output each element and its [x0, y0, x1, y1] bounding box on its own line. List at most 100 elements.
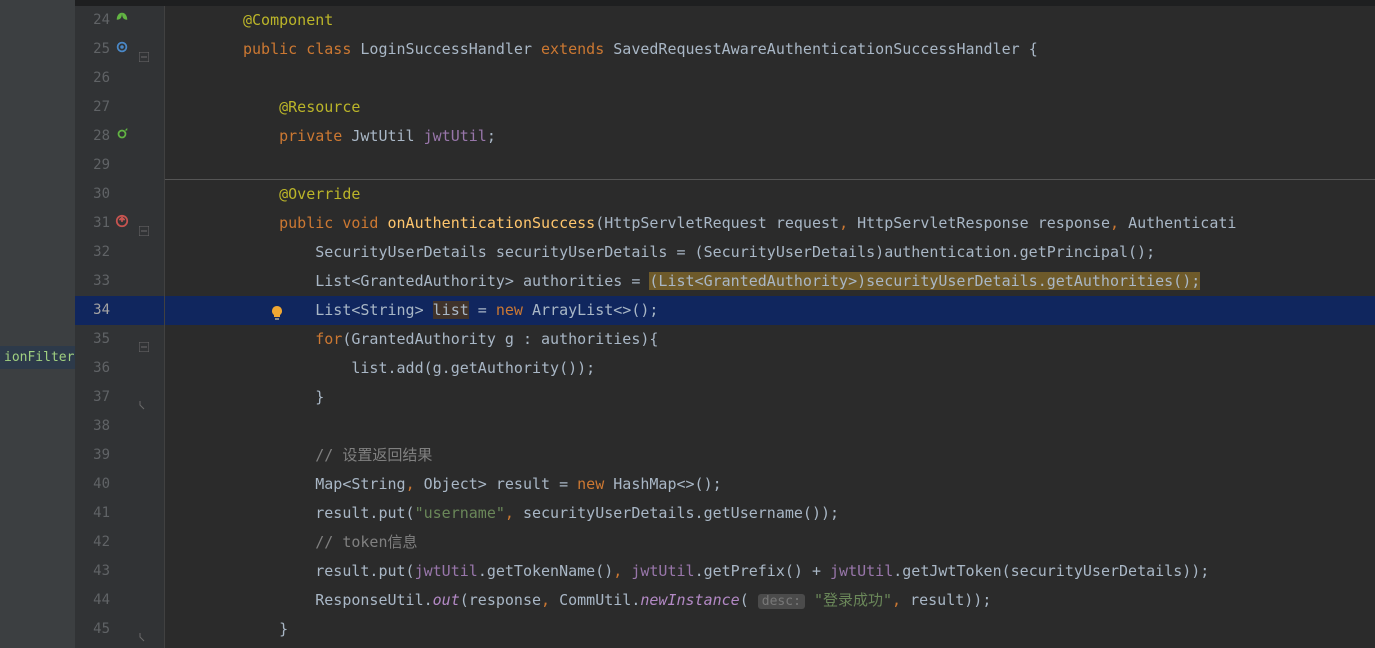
gutter-row[interactable]: 31 — [75, 209, 164, 238]
code-line[interactable]: public class LoginSuccessHandler extends… — [165, 35, 1375, 64]
code-line[interactable]: @Override — [165, 180, 1375, 209]
gear-icon[interactable] — [115, 35, 129, 64]
gutter-row[interactable]: 43 — [75, 557, 164, 586]
code-line[interactable]: } — [165, 615, 1375, 644]
gutter-icon-slot — [115, 615, 160, 644]
token-class: JwtUtil — [351, 127, 423, 145]
token-class: CommUtil. — [559, 591, 640, 609]
token-keyword: private — [279, 127, 351, 145]
token-method: onAuthenticationSuccess — [388, 214, 596, 232]
token-field: jwtUtil — [830, 562, 893, 580]
gutter-row[interactable]: 27 — [75, 93, 164, 122]
code-line[interactable] — [165, 412, 1375, 441]
code-line[interactable]: @Component — [165, 6, 1375, 35]
code-line[interactable]: public void onAuthenticationSuccess(Http… — [165, 209, 1375, 238]
gutter-row[interactable]: 35 — [75, 325, 164, 354]
token-plain: (response — [460, 591, 541, 609]
token-keyword: , — [541, 591, 559, 609]
line-number: 37 — [75, 383, 110, 412]
token-class: LoginSuccessHandler — [360, 40, 541, 58]
token-plain: = — [469, 301, 496, 319]
override-icon[interactable] — [115, 209, 129, 238]
recycle-icon[interactable] — [115, 122, 129, 151]
line-number: 32 — [75, 238, 110, 267]
token-class: Map<String — [315, 475, 405, 493]
line-number: 27 — [75, 93, 110, 122]
token-annotation: @Resource — [279, 98, 360, 116]
gutter-row[interactable]: 44 — [75, 586, 164, 615]
gutter-icon-slot — [115, 586, 160, 615]
code-line[interactable]: } — [165, 383, 1375, 412]
code-line[interactable] — [165, 151, 1375, 180]
token-keyword: public — [243, 40, 306, 58]
gutter-icon-slot — [115, 557, 160, 586]
project-sidebar[interactable]: ionFilter — [0, 0, 75, 648]
gutter-row[interactable]: 28 — [75, 122, 164, 151]
line-number: 25 — [75, 35, 110, 64]
code-line[interactable]: SecurityUserDetails securityUserDetails … — [165, 238, 1375, 267]
token-plain: .getJwtToken(securityUserDetails)); — [893, 562, 1209, 580]
token-string: "登录成功" — [814, 591, 892, 609]
code-line[interactable]: private JwtUtil jwtUtil; — [165, 122, 1375, 151]
token-field: jwtUtil — [631, 562, 694, 580]
code-line[interactable]: Map<String, Object> result = new HashMap… — [165, 470, 1375, 499]
gutter-row[interactable]: 36 — [75, 354, 164, 383]
token-keyword: new — [577, 475, 613, 493]
token-keyword: , — [1110, 214, 1128, 232]
code-line[interactable]: ResponseUtil.out(response, CommUtil.newI… — [165, 586, 1375, 615]
line-number: 42 — [75, 528, 110, 557]
token-plain: securityUserDetails.getUsername()); — [523, 504, 839, 522]
token-plain — [805, 591, 814, 609]
code-line[interactable]: List<String> list = new ArrayList<>(); — [165, 296, 1375, 325]
code-editor[interactable]: 2425262728293031323334353637383940414243… — [75, 0, 1375, 648]
code-line[interactable] — [165, 64, 1375, 93]
gutter-row[interactable]: 45 — [75, 615, 164, 644]
gutter-row[interactable]: 39 — [75, 441, 164, 470]
token-plain: (GrantedAuthority g : authorities){ — [342, 330, 658, 348]
token-class: SecurityUserDetails securityUserDetails … — [315, 243, 1155, 261]
token-plain: ; — [487, 127, 496, 145]
code-line[interactable]: result.put("username", securityUserDetai… — [165, 499, 1375, 528]
gutter-row[interactable]: 34 — [75, 296, 164, 325]
gutter-row[interactable]: 37 — [75, 383, 164, 412]
code-line[interactable]: for(GrantedAuthority g : authorities){ — [165, 325, 1375, 354]
gutter-icon-slot — [115, 267, 160, 296]
gutter-row[interactable]: 24 — [75, 6, 164, 35]
gutter-row[interactable]: 32 — [75, 238, 164, 267]
gutter-icon-slot — [115, 296, 160, 325]
gutter-row[interactable]: 41 — [75, 499, 164, 528]
code-line[interactable]: List<GrantedAuthority> authorities = (Li… — [165, 267, 1375, 296]
token-plain: result.put( — [315, 504, 414, 522]
gutter-row[interactable]: 30 — [75, 180, 164, 209]
gutter-row[interactable]: 25 — [75, 35, 164, 64]
sidebar-file-item[interactable]: ionFilter — [0, 346, 75, 369]
token-plain: (HttpServletRequest request — [595, 214, 839, 232]
token-plain: ( — [740, 591, 758, 609]
token-class: Object> result = — [424, 475, 578, 493]
lightbulb-icon[interactable] — [269, 302, 285, 318]
line-number: 30 — [75, 180, 110, 209]
code-line[interactable]: // 设置返回结果 — [165, 441, 1375, 470]
gutter-row[interactable]: 42 — [75, 528, 164, 557]
token-comment: // 设置返回结果 — [315, 446, 432, 464]
leaf-icon[interactable] — [115, 6, 129, 35]
token-plain: Authenticati — [1128, 214, 1236, 232]
code-line[interactable]: result.put(jwtUtil.getTokenName(), jwtUt… — [165, 557, 1375, 586]
gutter-row[interactable]: 40 — [75, 470, 164, 499]
code-line[interactable]: // token信息 — [165, 528, 1375, 557]
gutter-row[interactable]: 26 — [75, 64, 164, 93]
token-cast: (List<GrantedAuthority>)securityUserDeta… — [649, 272, 1200, 290]
line-number: 33 — [75, 267, 110, 296]
gutter-icon-slot — [115, 238, 160, 267]
gutter-row[interactable]: 33 — [75, 267, 164, 296]
code-line[interactable]: @Resource — [165, 93, 1375, 122]
gutter-row[interactable]: 38 — [75, 412, 164, 441]
token-keyword: , — [613, 562, 631, 580]
code-area[interactable]: @Componentpublic class LoginSuccessHandl… — [165, 6, 1375, 648]
gutter[interactable]: 2425262728293031323334353637383940414243… — [75, 6, 165, 648]
gutter-icon-slot — [115, 412, 160, 441]
code-line[interactable]: list.add(g.getAuthority()); — [165, 354, 1375, 383]
gutter-icon-slot — [115, 528, 160, 557]
gutter-row[interactable]: 29 — [75, 151, 164, 180]
token-comment: // token信息 — [315, 533, 417, 551]
